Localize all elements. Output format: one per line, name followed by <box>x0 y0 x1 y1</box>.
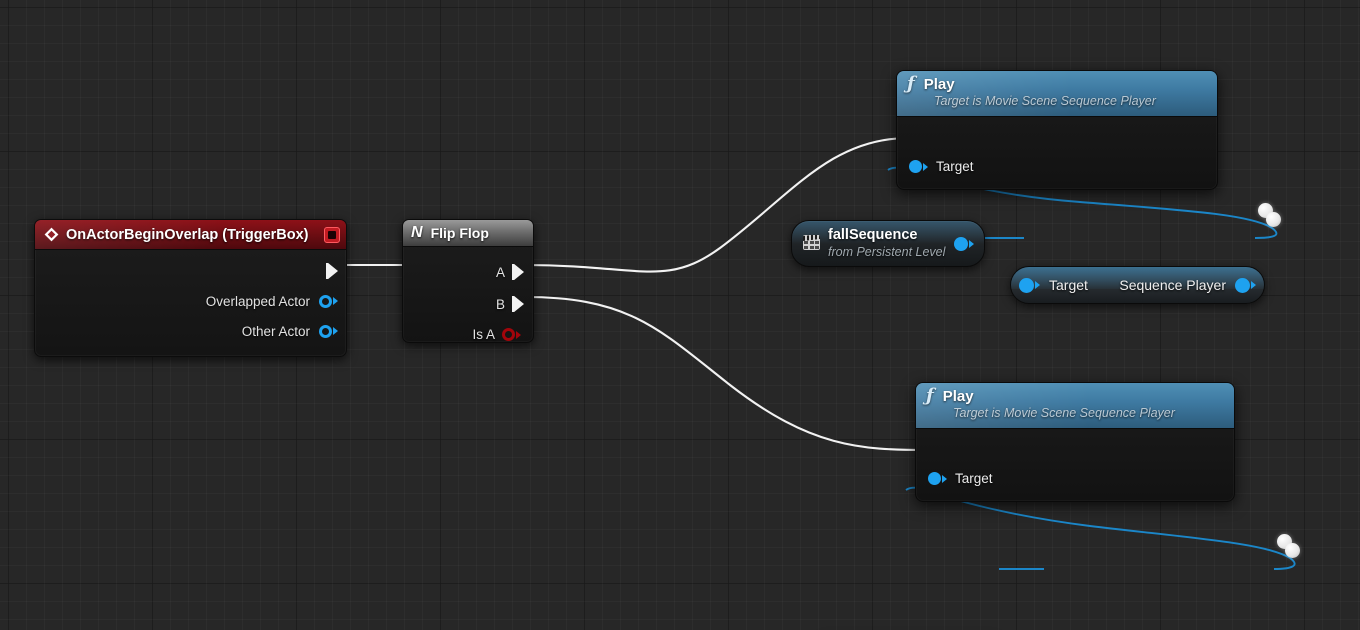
play-node-top[interactable]: ƒ Play Target is Movie Scene Sequence Pl… <box>896 70 1218 190</box>
level-sequence-icon <box>803 235 820 250</box>
flipflop-node-body: A B Is A <box>403 247 533 342</box>
pin-label-a: A <box>495 264 505 280</box>
event-node-body: Overlapped Actor Other Actor <box>35 250 346 356</box>
play-node-bottom-title: Play <box>942 387 974 405</box>
object-pin-target[interactable] <box>928 472 947 485</box>
exec-out-pin[interactable] <box>326 263 338 279</box>
function-icon: ƒ <box>926 385 934 406</box>
play-node-bottom-subtitle: Target is Movie Scene Sequence Player <box>953 406 1175 420</box>
variable-node-fallsequence[interactable]: fallSequence from Persistent Level <box>791 220 985 267</box>
event-diamond-icon <box>44 227 59 242</box>
play-node-top-title: Play <box>923 75 955 93</box>
play-node-top-header[interactable]: ƒ Play Target is Movie Scene Sequence Pl… <box>897 71 1217 117</box>
flipflop-node-title: Flip Flop <box>430 225 489 241</box>
play-node-bottom[interactable]: ƒ Play Target is Movie Scene Sequence Pl… <box>915 382 1235 502</box>
flipflop-node[interactable]: N Flip Flop A B Is A <box>402 219 534 343</box>
event-output-other-actor[interactable]: Other Actor <box>35 316 346 346</box>
pin-label-is-a: Is A <box>472 327 495 342</box>
flipflop-output-b[interactable]: B <box>496 296 524 312</box>
cast-node-sequence-player-top[interactable]: Target Sequence Player <box>1010 266 1265 304</box>
reroute-knot-icon[interactable] <box>1266 212 1281 227</box>
variable-subtitle-fallsequence: from Persistent Level <box>828 245 946 259</box>
play-top-target-pin-row[interactable]: Target <box>909 159 974 174</box>
pin-label-target: Target <box>936 159 974 174</box>
play-node-bottom-body: Target <box>916 429 1234 501</box>
wire-flipflop-b-to-play-bottom <box>524 295 928 452</box>
event-node-onactorbeginoverlap[interactable]: OnActorBeginOverlap (TriggerBox) Overlap… <box>34 219 347 357</box>
pin-label-b: B <box>495 296 505 312</box>
play-node-bottom-header[interactable]: ƒ Play Target is Movie Scene Sequence Pl… <box>916 383 1234 429</box>
event-exec-out-row[interactable] <box>35 256 346 286</box>
function-icon: ƒ <box>907 73 915 94</box>
object-pin-fallsequence-out[interactable] <box>954 236 974 251</box>
object-pin-target[interactable] <box>909 160 928 173</box>
flipflop-output-a[interactable]: A <box>496 264 524 280</box>
flipflop-output-is-a[interactable]: Is A <box>472 327 521 342</box>
exec-out-pin-a[interactable] <box>512 264 524 280</box>
pin-label-target: Target <box>955 471 993 486</box>
play-bottom-target-pin-row[interactable]: Target <box>928 471 993 486</box>
play-node-top-body: Target <box>897 117 1217 189</box>
delegate-pin-icon[interactable] <box>324 226 340 243</box>
object-pin-target-in[interactable] <box>1019 277 1040 293</box>
object-pin-sequence-player-out[interactable] <box>1235 277 1256 293</box>
object-pin-other-actor[interactable] <box>319 324 338 338</box>
flipflop-icon: N <box>411 224 423 241</box>
cast-top-input-label: Target <box>1049 277 1088 293</box>
reroute-knot-icon[interactable] <box>1285 543 1300 558</box>
play-node-top-subtitle: Target is Movie Scene Sequence Player <box>934 94 1156 108</box>
cast-top-output-label: Sequence Player <box>1119 277 1226 293</box>
pin-label-other-actor: Other Actor <box>241 323 310 339</box>
event-node-title: OnActorBeginOverlap (TriggerBox) <box>66 226 309 243</box>
event-node-header[interactable]: OnActorBeginOverlap (TriggerBox) <box>35 220 346 250</box>
object-pin-overlapped-actor[interactable] <box>319 294 338 308</box>
flipflop-node-header[interactable]: N Flip Flop <box>403 220 533 247</box>
bool-pin-is-a[interactable] <box>502 328 521 341</box>
pin-label-overlapped-actor: Overlapped Actor <box>205 293 310 309</box>
exec-out-pin-b[interactable] <box>512 296 524 312</box>
event-output-overlapped-actor[interactable]: Overlapped Actor <box>35 286 346 316</box>
blueprint-graph-canvas[interactable]: OnActorBeginOverlap (TriggerBox) Overlap… <box>0 0 1360 630</box>
variable-name-fallsequence: fallSequence <box>828 227 918 243</box>
